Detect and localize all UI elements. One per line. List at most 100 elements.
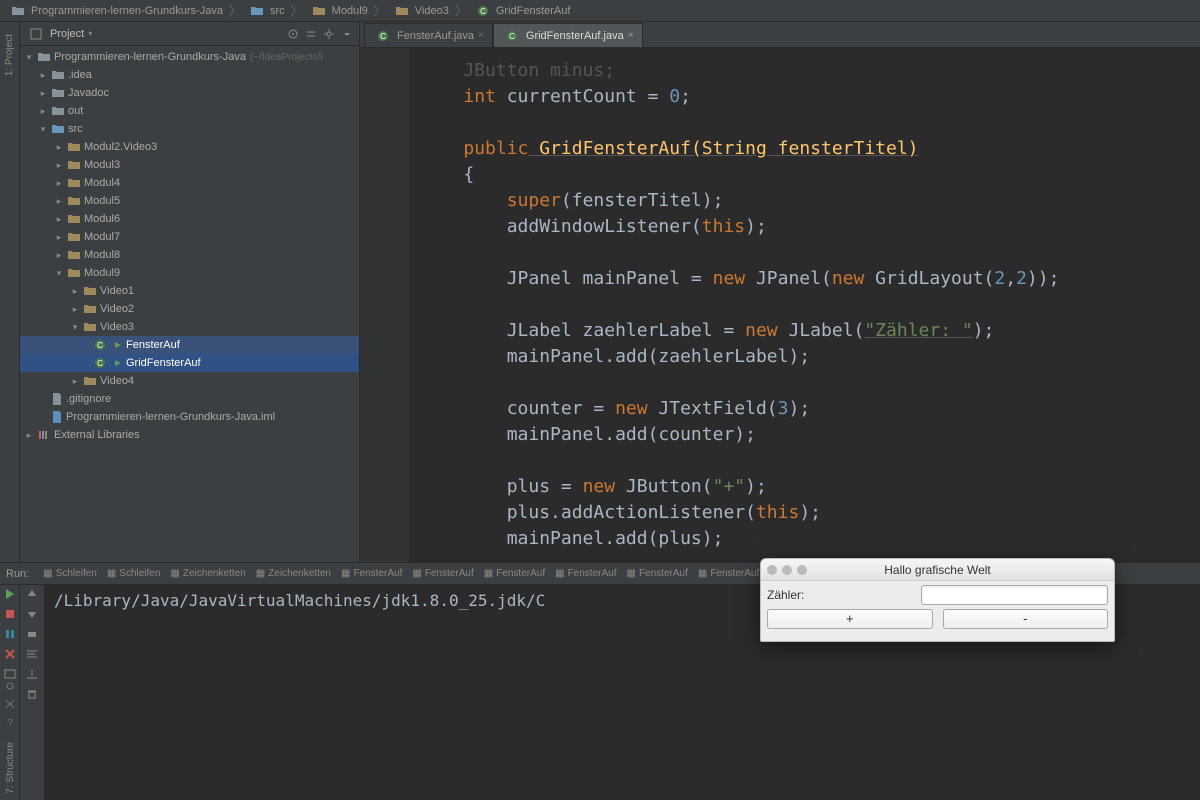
expand-arrow-icon[interactable]: ▸ — [38, 70, 48, 81]
tree-item[interactable]: ▸Video2 — [20, 300, 359, 318]
gear-icon[interactable] — [323, 28, 335, 40]
tree-item-gridfensterauf[interactable]: CGridFensterAuf — [20, 354, 359, 372]
wrap-icon[interactable] — [25, 647, 39, 661]
tree-item-iml[interactable]: Programmieren-lernen-Grundkurs-Java.iml — [20, 408, 359, 426]
tree-item[interactable]: ▸Modul7 — [20, 228, 359, 246]
pause-icon[interactable] — [3, 627, 17, 641]
close-icon[interactable]: × — [628, 30, 634, 41]
tree-item[interactable]: ▸.idea — [20, 66, 359, 84]
scroll-icon[interactable] — [25, 667, 39, 681]
editor-tab-fensterauf[interactable]: C FensterAuf.java × — [364, 23, 493, 47]
help-icon[interactable]: ? — [4, 716, 16, 728]
swing-app-window[interactable]: Hallo grafische Welt Zähler: + - — [760, 558, 1115, 642]
plus-button[interactable]: + — [767, 609, 933, 629]
editor-gutter[interactable] — [360, 48, 410, 562]
project-icon — [30, 28, 42, 40]
expand-arrow-icon[interactable]: ▸ — [54, 160, 64, 171]
run-config-tab[interactable]: ▦FensterAuf — [551, 568, 620, 579]
breadcrumb-label: Video3 — [415, 5, 449, 17]
project-tree[interactable]: ▾ Programmieren-lernen-Grundkurs-Java (~… — [20, 46, 359, 562]
tree-item-fensterauf[interactable]: CFensterAuf — [20, 336, 359, 354]
trash-icon[interactable] — [25, 687, 39, 701]
expand-arrow-icon[interactable]: ▸ — [70, 286, 80, 297]
expand-arrow-icon[interactable]: ▾ — [24, 52, 34, 63]
minimize-traffic-icon[interactable] — [782, 565, 792, 575]
tree-item[interactable]: ▸Video4 — [20, 372, 359, 390]
expand-arrow-icon[interactable]: ▸ — [54, 250, 64, 261]
tree-item-video3[interactable]: ▾ Video3 — [20, 318, 359, 336]
breadcrumb-modul9[interactable]: Modul9 — [309, 5, 368, 17]
dropdown-icon[interactable]: ▾ — [88, 29, 92, 38]
run-icon: ▦ — [412, 568, 421, 579]
expand-arrow-icon[interactable]: ▸ — [54, 142, 64, 153]
structure-tool-button[interactable]: 7: Structure — [5, 742, 16, 794]
tree-item-src[interactable]: ▾src — [20, 120, 359, 138]
tree-label: Video3 — [100, 321, 134, 333]
close-icon[interactable]: × — [478, 30, 484, 41]
expand-arrow-icon[interactable]: ▸ — [70, 304, 80, 315]
run-config-tab[interactable]: ▦FensterAuf — [337, 568, 406, 579]
window-titlebar[interactable]: Hallo grafische Welt — [761, 559, 1114, 581]
close-icon[interactable] — [4, 698, 16, 710]
breadcrumb-project[interactable]: Programmieren-lernen-Grundkurs-Java — [8, 5, 223, 17]
minus-button[interactable]: - — [943, 609, 1109, 629]
print-icon[interactable] — [25, 627, 39, 641]
tree-item[interactable]: ▸Modul3 — [20, 156, 359, 174]
tree-item[interactable]: ▸Modul2.Video3 — [20, 138, 359, 156]
tree-item[interactable]: ▸Modul5 — [20, 192, 359, 210]
run-config-tab[interactable]: ▦FensterAuf — [694, 568, 763, 579]
run-config-tab[interactable]: ▦FensterAuf — [480, 568, 549, 579]
down-icon[interactable] — [25, 607, 39, 621]
rerun-icon[interactable] — [3, 587, 17, 601]
collapse-icon[interactable] — [305, 28, 317, 40]
project-panel-title: Project — [50, 28, 84, 40]
expand-arrow-icon[interactable]: ▸ — [70, 376, 80, 387]
tree-item[interactable]: ▸Video1 — [20, 282, 359, 300]
expand-arrow-icon[interactable]: ▸ — [38, 88, 48, 99]
up-icon[interactable] — [25, 587, 39, 601]
hide-icon[interactable] — [341, 28, 353, 40]
run-config-tab[interactable]: ▦FensterAuf — [623, 568, 692, 579]
expand-arrow-icon[interactable]: ▸ — [54, 196, 64, 207]
tree-item[interactable]: ▸Javadoc — [20, 84, 359, 102]
project-tool-button[interactable]: 1: Project — [4, 34, 15, 76]
tree-item-extlib[interactable]: ▸External Libraries — [20, 426, 359, 444]
expand-arrow-icon[interactable]: ▸ — [24, 430, 34, 441]
breadcrumb-label: src — [270, 5, 285, 17]
zaehler-input[interactable] — [921, 585, 1108, 605]
close-traffic-icon[interactable] — [767, 565, 777, 575]
tree-item[interactable]: ▸Modul6 — [20, 210, 359, 228]
expand-arrow-icon[interactable]: ▾ — [54, 268, 64, 279]
tree-item[interactable]: ▸Modul4 — [20, 174, 359, 192]
run-config-tab[interactable]: ▦FensterAuf — [408, 568, 477, 579]
target-icon[interactable] — [287, 28, 299, 40]
expand-arrow-icon[interactable]: ▾ — [70, 322, 80, 333]
dump-icon[interactable] — [3, 667, 17, 681]
stop-icon[interactable] — [3, 607, 17, 621]
breadcrumb-video3[interactable]: Video3 — [392, 5, 449, 17]
run-config-tab[interactable]: ▦Schleifen — [103, 568, 165, 579]
expand-arrow-icon[interactable]: ▸ — [38, 106, 48, 117]
tree-root[interactable]: ▾ Programmieren-lernen-Grundkurs-Java (~… — [20, 48, 359, 66]
package-icon — [68, 214, 80, 224]
run-config-tab[interactable]: ▦Zeichenketten — [166, 568, 249, 579]
expand-arrow-icon[interactable]: ▾ — [38, 124, 48, 135]
expand-arrow-icon[interactable]: ▸ — [54, 178, 64, 189]
run-icon: ▦ — [627, 568, 636, 579]
expand-arrow-icon[interactable]: ▸ — [54, 232, 64, 243]
exit-icon[interactable] — [3, 647, 17, 661]
tree-item-gitignore[interactable]: .gitignore — [20, 390, 359, 408]
editor-tab-gridfensterauf[interactable]: C GridFensterAuf.java × — [493, 23, 643, 47]
run-icon: ▦ — [341, 568, 350, 579]
code-editor[interactable]: JButton minus; int currentCount = 0; pub… — [410, 48, 1200, 562]
tree-item[interactable]: ▸Modul8 — [20, 246, 359, 264]
run-config-tab[interactable]: ▦Zeichenketten — [252, 568, 335, 579]
tree-item-modul9[interactable]: ▾Modul9 — [20, 264, 359, 282]
zoom-traffic-icon[interactable] — [797, 565, 807, 575]
run-config-tab[interactable]: ▦Schleifen — [39, 568, 101, 579]
breadcrumb-class[interactable]: C GridFensterAuf — [473, 5, 571, 17]
settings-icon[interactable] — [4, 680, 16, 692]
breadcrumb-src[interactable]: src — [247, 5, 285, 17]
tree-item[interactable]: ▸out — [20, 102, 359, 120]
expand-arrow-icon[interactable]: ▸ — [54, 214, 64, 225]
